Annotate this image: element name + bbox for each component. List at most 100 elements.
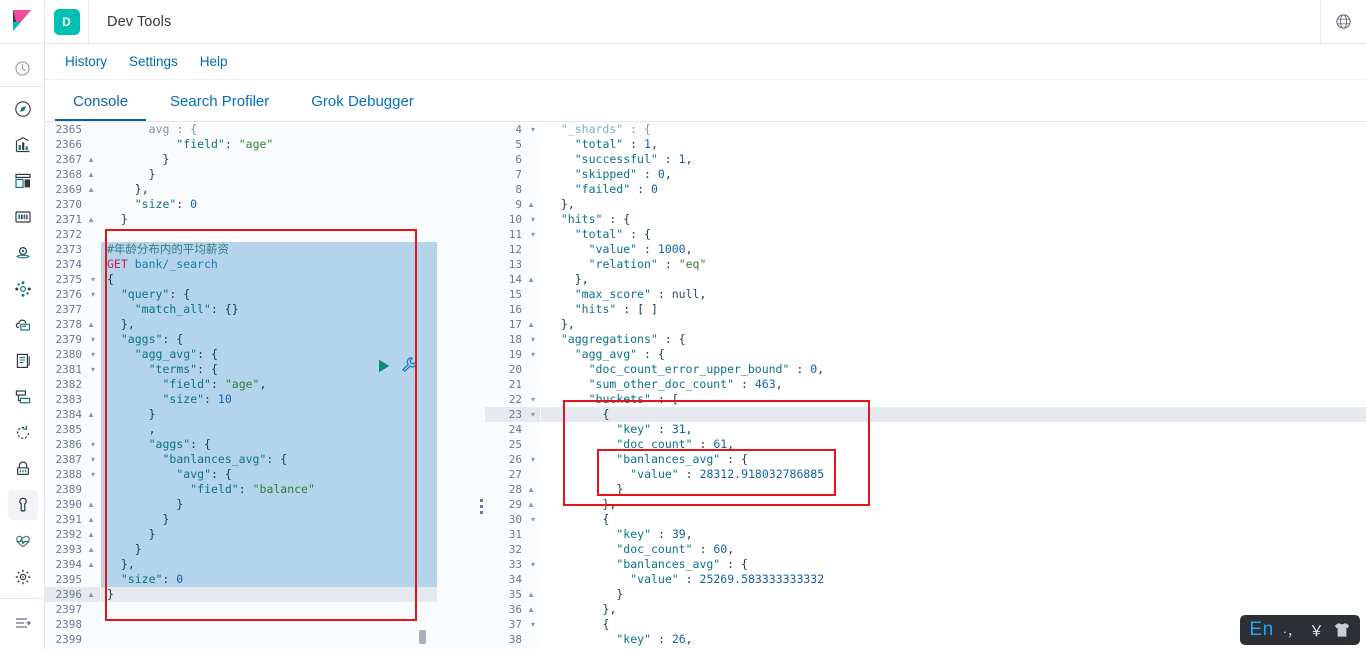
kibana-logo-button[interactable] <box>0 0 45 44</box>
kibana-logo-icon <box>13 9 31 31</box>
request-editor-code[interactable]: avg : { "field": "age" } } }, "size": 0 … <box>101 122 437 649</box>
sidebar-item-siem[interactable] <box>0 451 45 487</box>
sidebar-item-dev-tools[interactable] <box>0 487 45 523</box>
menu-item-history[interactable]: History <box>65 54 107 69</box>
code-line: "sum_other_doc_count" : 463, <box>588 377 783 391</box>
fold-closed-icon[interactable]: ▲ <box>527 602 535 617</box>
code-line: #年龄分布内的平均薪资 <box>101 242 437 257</box>
fold-closed-icon[interactable]: ▲ <box>87 497 95 512</box>
fold-closed-icon[interactable]: ▲ <box>87 182 95 197</box>
help-button[interactable] <box>1320 0 1366 44</box>
fold-open-icon[interactable]: ▾ <box>91 467 95 482</box>
sidebar-item-discover[interactable] <box>0 91 45 127</box>
fold-open-icon[interactable]: ▾ <box>531 557 535 572</box>
request-editor-scrollbar-thumb[interactable] <box>419 630 426 644</box>
ime-language-label[interactable]: En <box>1249 619 1273 641</box>
fold-open-icon[interactable]: ▾ <box>91 347 95 362</box>
code-line: "query": { <box>101 287 437 302</box>
fold-closed-icon[interactable]: ▲ <box>87 167 95 182</box>
line-number: 22 <box>508 393 522 406</box>
ime-currency-toggle[interactable]: ￥ <box>1309 620 1324 641</box>
sidebar-item-dashboard[interactable] <box>0 163 45 199</box>
fold-closed-icon[interactable]: ▲ <box>527 482 535 497</box>
run-request-play-icon[interactable] <box>376 358 392 374</box>
menu-item-help[interactable]: Help <box>200 54 228 69</box>
code-line: } <box>101 497 437 512</box>
fold-open-icon[interactable]: ▾ <box>531 332 535 347</box>
line-number-row: 24 <box>485 422 540 437</box>
line-number: 20 <box>508 363 522 376</box>
tab-grok-debugger[interactable]: Grok Debugger <box>293 93 432 121</box>
fold-open-icon[interactable]: ▾ <box>531 227 535 242</box>
line-number-row: 27 <box>485 467 540 482</box>
fold-closed-icon[interactable]: ▲ <box>527 197 535 212</box>
splitter-dot <box>480 510 483 514</box>
code-line: "banlances_avg" : { <box>616 557 748 571</box>
fold-open-icon[interactable]: ▾ <box>531 512 535 527</box>
line-number: 2372 <box>55 228 83 241</box>
fold-open-icon[interactable]: ▾ <box>91 362 95 377</box>
sidebar-item-logs[interactable] <box>0 343 45 379</box>
line-number-row: 6 <box>485 152 540 167</box>
code-line: "buckets" : [ <box>588 392 679 406</box>
fold-open-icon[interactable]: ▾ <box>531 212 535 227</box>
fold-open-icon[interactable]: ▾ <box>531 392 535 407</box>
fold-open-icon[interactable]: ▾ <box>91 332 95 347</box>
line-number: 24 <box>508 423 522 436</box>
code-line: }, <box>134 182 149 196</box>
fold-closed-icon[interactable]: ▲ <box>527 587 535 602</box>
menu-item-settings[interactable]: Settings <box>129 54 178 69</box>
tab-search-profiler[interactable]: Search Profiler <box>152 93 287 121</box>
sidebar-item-maps[interactable] <box>0 235 45 271</box>
collapse-rail-button[interactable] <box>0 605 45 641</box>
line-number: 33 <box>508 558 522 571</box>
ime-punctuation-toggle[interactable]: ·， <box>1283 621 1300 640</box>
fold-closed-icon[interactable]: ▲ <box>87 212 95 227</box>
pane-splitter-handle[interactable] <box>478 494 485 518</box>
request-editor-pane[interactable]: 2365 2366 2367 ▲ 2368 ▲ 2369 ▲ 2370 2371 ▲ 2372 2373… <box>45 122 437 649</box>
fold-open-icon[interactable]: ▾ <box>91 452 95 467</box>
code-line: "aggs": { <box>101 332 437 347</box>
line-number: 2399 <box>55 633 83 646</box>
sidebar-item-uptime[interactable] <box>0 415 45 451</box>
tab-console[interactable]: Console <box>55 93 147 121</box>
fold-closed-icon[interactable]: ▲ <box>87 587 95 602</box>
sidebar-item-recently-viewed[interactable] <box>0 50 45 86</box>
fold-open-icon[interactable]: ▾ <box>91 272 95 287</box>
line-number: 2398 <box>55 618 83 631</box>
fold-closed-icon[interactable]: ▲ <box>87 152 95 167</box>
sidebar-item-visualize[interactable] <box>0 127 45 163</box>
fold-closed-icon[interactable]: ▲ <box>527 317 535 332</box>
app-header: D Dev Tools <box>0 0 1366 44</box>
sidebar-item-monitoring[interactable] <box>0 523 45 559</box>
fold-closed-icon[interactable]: ▲ <box>87 512 95 527</box>
fold-closed-icon[interactable]: ▲ <box>527 272 535 287</box>
line-number: 37 <box>508 618 522 631</box>
fold-closed-icon[interactable]: ▲ <box>87 527 95 542</box>
sidebar-item-machine-learning[interactable] <box>0 271 45 307</box>
fold-open-icon[interactable]: ▾ <box>91 287 95 302</box>
fold-open-icon[interactable]: ▾ <box>91 437 95 452</box>
sidebar-item-management[interactable] <box>0 559 45 595</box>
fold-open-icon[interactable]: ▾ <box>531 122 535 137</box>
fold-closed-icon[interactable]: ▲ <box>87 317 95 332</box>
fold-closed-icon[interactable]: ▲ <box>87 542 95 557</box>
fold-open-icon[interactable]: ▾ <box>531 347 535 362</box>
ime-skin-shirt-icon[interactable] <box>1333 622 1351 638</box>
fold-closed-icon[interactable]: ▲ <box>87 407 95 422</box>
fold-open-icon[interactable]: ▾ <box>531 452 535 467</box>
code-line: "doc_count_error_upper_bound" : 0, <box>588 362 825 376</box>
line-number: 2371 <box>55 213 83 226</box>
sidebar-item-apm[interactable] <box>0 379 45 415</box>
response-viewer-pane[interactable]: 4 ▾ 5 6 7 8 9 ▲ 10 ▾ 11 ▾ 12 13 14 ▲ 15 16 17 ▲ 18 ▾ 19 ▾ 20 21 22… <box>485 122 1366 649</box>
request-options-wrench-icon[interactable] <box>400 356 418 374</box>
console-split-view: 2365 2366 2367 ▲ 2368 ▲ 2369 ▲ 2370 2371 ▲ 2372 2373… <box>45 122 1366 649</box>
fold-closed-icon[interactable]: ▲ <box>87 557 95 572</box>
fold-open-icon[interactable]: ▾ <box>531 617 535 632</box>
fold-closed-icon[interactable]: ▲ <box>527 497 535 512</box>
ime-status-bar[interactable]: En ·， ￥ <box>1240 615 1360 645</box>
sidebar-item-canvas[interactable] <box>0 199 45 235</box>
sidebar-item-infrastructure[interactable] <box>0 307 45 343</box>
fold-open-icon[interactable]: ▾ <box>531 407 535 422</box>
